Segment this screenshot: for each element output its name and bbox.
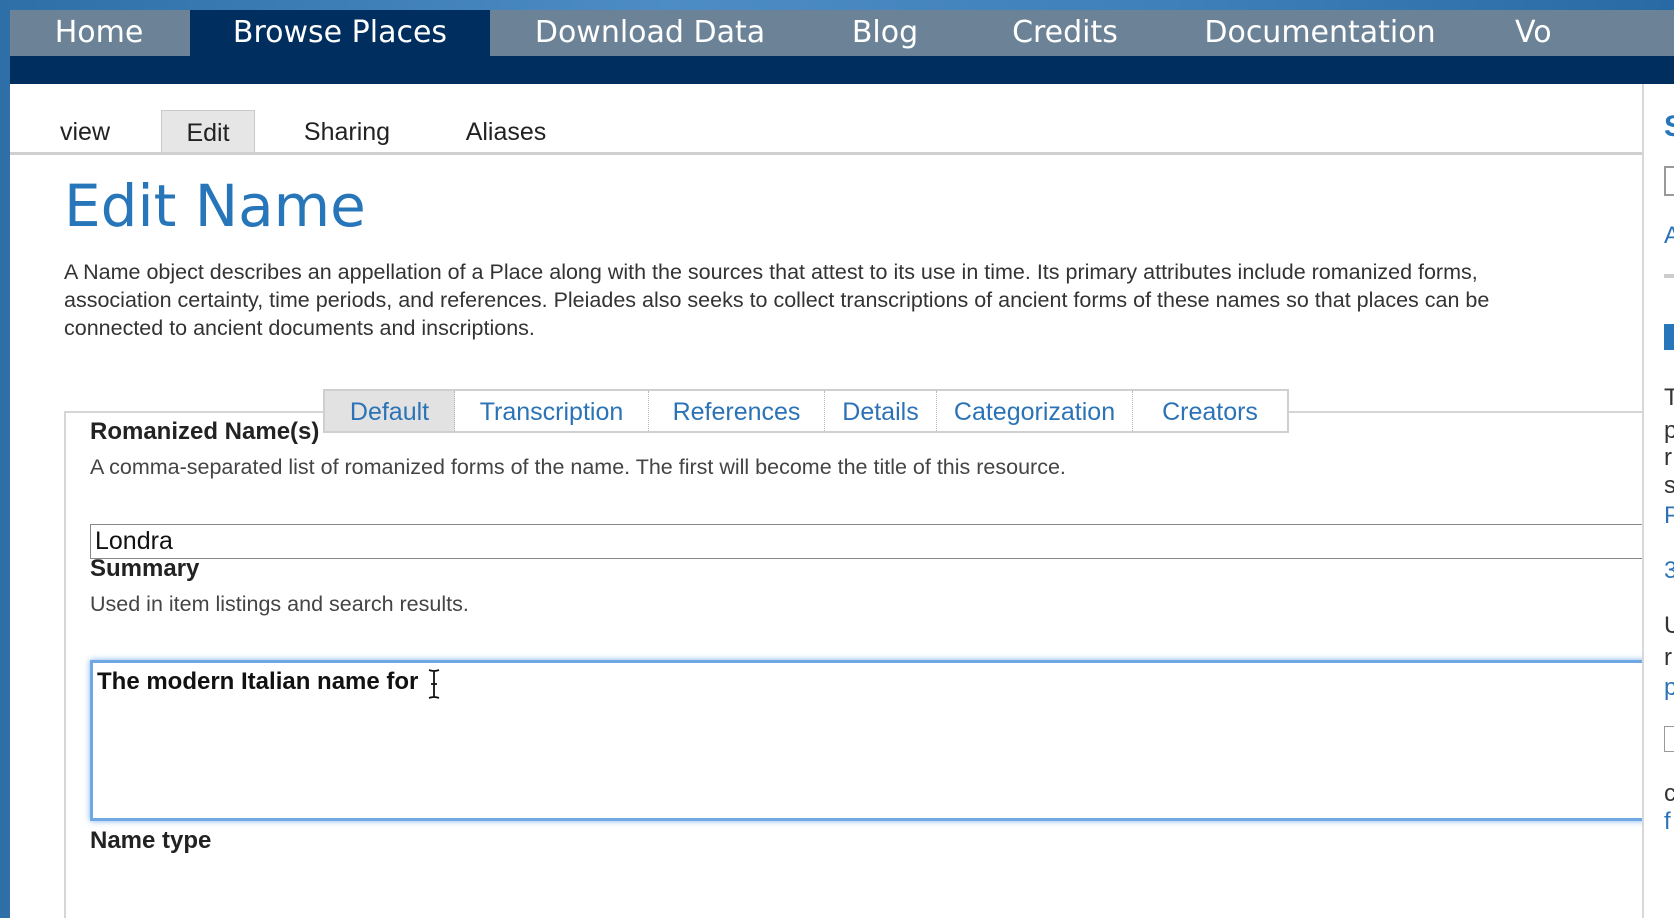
romanized-names-input[interactable] bbox=[90, 524, 1642, 559]
page-content: view Edit Sharing Aliases Edit Name A Na… bbox=[10, 84, 1674, 918]
page-description: A Name object describes an appellation o… bbox=[64, 260, 1490, 340]
summary-textarea[interactable]: The modern Italian name for bbox=[90, 660, 1642, 821]
sidebar-text-fragment: T bbox=[1664, 384, 1674, 411]
nav-bottom-band bbox=[10, 56, 1674, 84]
tab-aliases[interactable]: Aliases bbox=[456, 110, 556, 152]
sidebar-text-fragment: r bbox=[1664, 644, 1672, 671]
sidebar-link-fragment[interactable]: P bbox=[1664, 502, 1674, 530]
form-tabs: Default Transcription References Details… bbox=[323, 389, 1289, 433]
nav-browse-places[interactable]: Browse Places bbox=[190, 10, 490, 56]
sidebar-search-input[interactable] bbox=[1664, 166, 1674, 196]
form-tab-transcription[interactable]: Transcription bbox=[455, 391, 649, 431]
tab-view[interactable]: view bbox=[50, 110, 120, 152]
nav-download-data[interactable]: Download Data bbox=[490, 10, 810, 56]
sidebar: S A T p r s P 3 U r p c f bbox=[1644, 84, 1674, 918]
summary-help: Used in item listings and search results… bbox=[90, 592, 469, 616]
sidebar-link-fragment[interactable]: p bbox=[1664, 674, 1674, 702]
sidebar-text-fragment: r bbox=[1664, 444, 1672, 471]
nav-credits[interactable]: Credits bbox=[960, 10, 1170, 56]
main-column: view Edit Sharing Aliases Edit Name A Na… bbox=[10, 84, 1642, 918]
form-tab-references[interactable]: References bbox=[649, 391, 825, 431]
sidebar-heading-mark bbox=[1664, 324, 1674, 350]
sidebar-rule bbox=[1664, 274, 1674, 278]
summary-text: The modern Italian name for bbox=[97, 668, 419, 695]
romanized-names-label: Romanized Name(s) bbox=[90, 418, 320, 445]
page-title: Edit Name bbox=[64, 172, 366, 240]
nav-blog[interactable]: Blog bbox=[810, 10, 960, 56]
sidebar-heading-fragment: S bbox=[1664, 110, 1674, 144]
romanized-names-help: A comma-separated list of romanized form… bbox=[90, 455, 1066, 479]
form-tab-categorization[interactable]: Categorization bbox=[937, 391, 1133, 431]
text-cursor-icon bbox=[428, 669, 440, 699]
form-tab-default[interactable]: Default bbox=[325, 391, 455, 431]
content-tabs-divider bbox=[10, 152, 1642, 155]
nav-documentation[interactable]: Documentation bbox=[1170, 10, 1470, 56]
sidebar-link-fragment[interactable]: A bbox=[1664, 222, 1674, 250]
sidebar-text-fragment: c bbox=[1664, 780, 1674, 807]
summary-label: Summary bbox=[90, 555, 200, 582]
sidebar-text-fragment: p bbox=[1664, 417, 1674, 444]
nav-home[interactable]: Home bbox=[10, 10, 188, 56]
nav-vocabularies[interactable]: Vo bbox=[1515, 10, 1635, 56]
form-tab-details[interactable]: Details bbox=[825, 391, 937, 431]
name-type-label: Name type bbox=[90, 827, 212, 854]
sidebar-link-fragment[interactable]: 3 bbox=[1664, 557, 1674, 585]
top-navigation: Home Browse Places Download Data Blog Cr… bbox=[10, 10, 1674, 56]
tab-sharing[interactable]: Sharing bbox=[295, 110, 399, 152]
sidebar-text-fragment: s bbox=[1664, 472, 1674, 499]
tab-edit[interactable]: Edit bbox=[161, 110, 255, 152]
sidebar-text-fragment: U bbox=[1664, 612, 1674, 639]
form-tab-creators[interactable]: Creators bbox=[1133, 391, 1287, 431]
sidebar-button-fragment[interactable] bbox=[1664, 726, 1674, 752]
sidebar-link-fragment[interactable]: f bbox=[1664, 808, 1671, 836]
